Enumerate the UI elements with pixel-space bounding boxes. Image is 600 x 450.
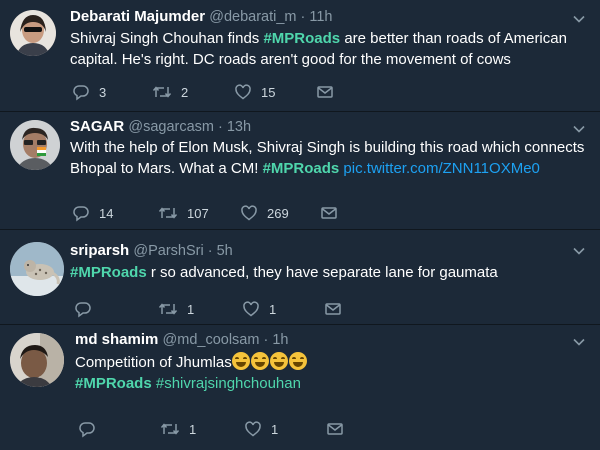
tweet-actions: 14 107 269 [72, 204, 372, 224]
hashtag-link[interactable]: #MPRoads [263, 160, 340, 177]
retweet-count: 1 [187, 301, 195, 317]
tweet-header: sriparsh @ParshSri · 5h [70, 242, 233, 259]
chevron-down-icon[interactable] [572, 244, 586, 258]
avatar[interactable] [10, 242, 64, 296]
like-icon [241, 205, 257, 221]
tweet-2[interactable]: SAGAR @sagarcasm · 13h With the help of … [0, 112, 600, 230]
reply-icon [79, 422, 95, 438]
tweet-header: Debarati Majumder @debarati_m · 11h [70, 8, 332, 25]
reply-button[interactable]: 3 [72, 83, 106, 101]
author-name[interactable]: sriparsh [70, 242, 129, 259]
reply-button[interactable] [74, 300, 92, 318]
tweet-header: md shamim @md_coolsam · 1h [75, 331, 288, 348]
tweet-4[interactable]: md shamim @md_coolsam · 1h Competition o… [0, 325, 600, 450]
hashtag-link[interactable]: #MPRoads [70, 264, 147, 281]
tweet-header: SAGAR @sagarcasm · 13h [70, 118, 251, 135]
like-button[interactable]: 269 [240, 204, 289, 222]
retweet-count: 2 [181, 84, 189, 100]
avatar[interactable] [10, 333, 64, 387]
tweet-3[interactable]: sriparsh @ParshSri · 5h #MPRoads r so ad… [0, 230, 600, 325]
hashtag-link[interactable]: #shivrajsinghchouhan [152, 375, 301, 392]
joy-emoji [231, 352, 250, 370]
retweet-icon [160, 423, 180, 435]
tweet-actions: 1 1 [78, 420, 378, 440]
retweet-icon [152, 86, 172, 98]
retweet-icon [158, 303, 178, 315]
author-handle[interactable]: @debarati_m · 11h [209, 9, 332, 25]
reply-button[interactable]: 14 [72, 204, 113, 222]
avatar[interactable] [10, 120, 60, 170]
reply-button[interactable] [78, 420, 96, 438]
message-button[interactable] [324, 300, 342, 318]
tweet-body: With the help of Elon Musk, Shivraj Sing… [70, 139, 585, 177]
tweet-body: Shivraj Singh Chouhan finds #MPRoads are… [70, 30, 567, 68]
tweet-actions: 3 2 15 [72, 83, 372, 103]
like-icon [243, 301, 259, 317]
author-name[interactable]: md shamim [75, 331, 158, 348]
like-count: 269 [267, 205, 289, 221]
retweet-button[interactable]: 2 [152, 83, 188, 101]
tweet-body: #MPRoads r so advanced, they have separa… [70, 264, 498, 281]
like-icon [235, 84, 251, 100]
reply-icon [73, 206, 89, 222]
author-name[interactable]: Debarati Majumder [70, 8, 205, 25]
reply-count: 14 [99, 205, 114, 221]
like-count: 1 [271, 421, 279, 437]
joy-emoji [250, 352, 269, 370]
author-handle[interactable]: @ParshSri · 5h [133, 243, 232, 259]
reply-icon [73, 85, 89, 101]
retweet-count: 1 [189, 421, 197, 437]
like-button[interactable]: 15 [234, 83, 275, 101]
tweet-actions: 1 1 [74, 300, 374, 320]
message-icon [325, 303, 341, 315]
message-icon [321, 207, 337, 219]
avatar[interactable] [10, 10, 56, 56]
message-button[interactable] [316, 83, 334, 101]
chevron-down-icon[interactable] [572, 335, 586, 349]
chevron-down-icon[interactable] [572, 122, 586, 136]
message-icon [317, 86, 333, 98]
hashtag-link[interactable]: #MPRoads [263, 30, 340, 47]
retweet-count: 107 [187, 205, 209, 221]
retweet-button[interactable]: 107 [158, 204, 209, 222]
like-count: 15 [261, 84, 276, 100]
tweet-body: Competition of Jhumlas #MPRoads #shivraj… [75, 352, 590, 394]
joy-emoji [269, 352, 288, 370]
retweet-button[interactable]: 1 [160, 420, 196, 438]
author-name[interactable]: SAGAR [70, 118, 124, 135]
joy-emoji [288, 352, 307, 370]
message-button[interactable] [320, 204, 338, 222]
reply-count: 3 [99, 84, 107, 100]
message-icon [327, 423, 343, 435]
like-button[interactable]: 1 [242, 300, 276, 318]
author-handle[interactable]: @sagarcasm · 13h [128, 119, 251, 135]
message-button[interactable] [326, 420, 344, 438]
reply-icon [75, 302, 91, 318]
retweet-button[interactable]: 1 [158, 300, 194, 318]
like-count: 1 [269, 301, 277, 317]
tweet-1[interactable]: Debarati Majumder @debarati_m · 11h Shiv… [0, 0, 600, 112]
chevron-down-icon[interactable] [572, 12, 586, 26]
like-icon [245, 421, 261, 437]
retweet-icon [158, 207, 178, 219]
like-button[interactable]: 1 [244, 420, 278, 438]
pic-link[interactable]: pic.twitter.com/ZNN11OXMe0 [339, 160, 539, 177]
author-handle[interactable]: @md_coolsam · 1h [163, 332, 289, 348]
hashtag-link[interactable]: #MPRoads [75, 375, 152, 392]
